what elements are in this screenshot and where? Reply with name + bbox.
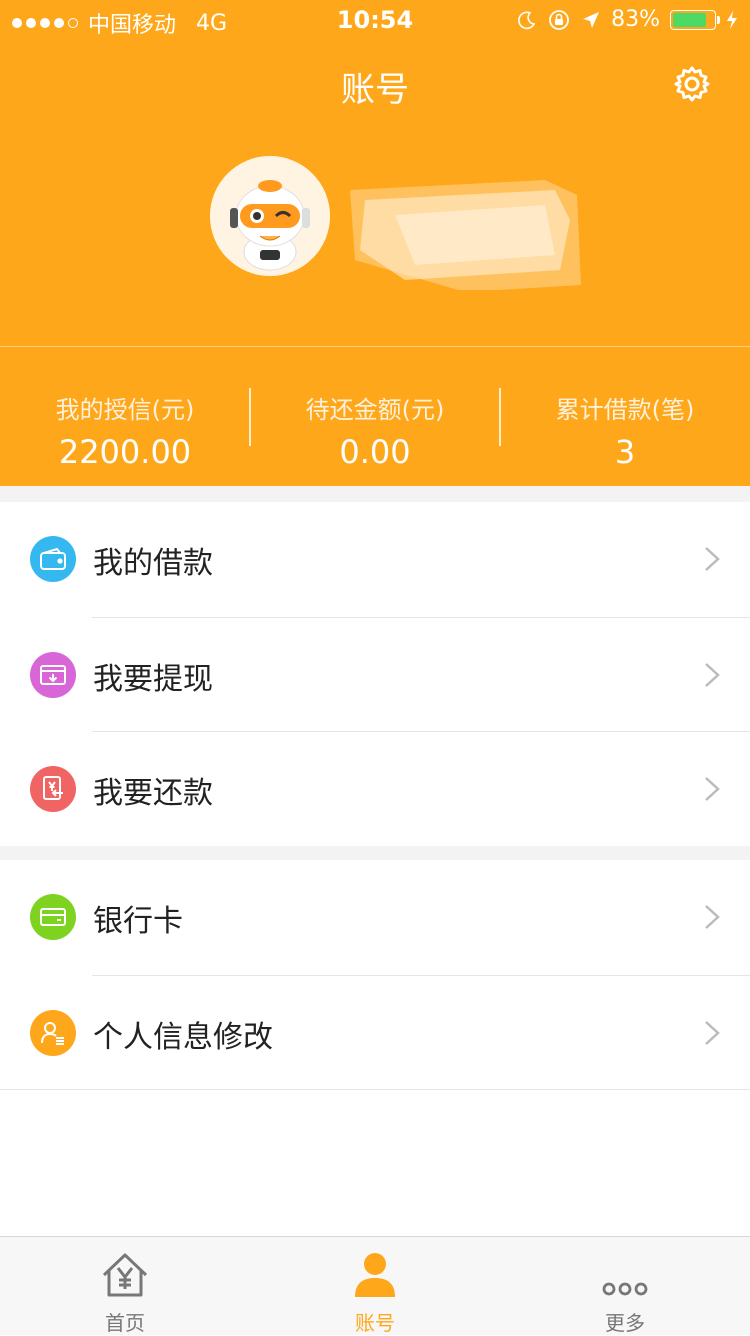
tab-label: 首页 xyxy=(105,1311,145,1335)
settings-gear-icon[interactable] xyxy=(672,64,712,104)
person-icon xyxy=(355,1253,395,1297)
tab-account[interactable]: 账号 xyxy=(250,1237,500,1335)
chevron-right-icon xyxy=(705,1021,720,1045)
chevron-right-icon xyxy=(705,905,720,929)
menu-my-loans[interactable]: 我的借款 xyxy=(0,502,750,616)
more-icon xyxy=(602,1282,648,1296)
profile-icon xyxy=(30,1010,76,1056)
location-arrow-icon xyxy=(583,11,600,28)
header-divider xyxy=(0,346,750,347)
tab-label: 账号 xyxy=(355,1311,395,1335)
orientation-lock-icon xyxy=(549,9,569,30)
tab-label: 更多 xyxy=(605,1311,645,1335)
stat-outstanding: 待还金额(元) 0.00 xyxy=(250,390,500,471)
stat-value: 3 xyxy=(614,433,636,471)
stat-value: 2200.00 xyxy=(58,433,192,471)
tab-bar: 首页 账号 更多 xyxy=(0,1236,750,1335)
tab-home[interactable]: 首页 xyxy=(0,1237,250,1335)
stat-label: 累计借款(笔) xyxy=(555,396,695,424)
status-right: 83% xyxy=(517,7,738,32)
withdraw-icon xyxy=(30,652,76,698)
menu-label: 我的借款 xyxy=(93,546,213,581)
menu-label: 个人信息修改 xyxy=(93,1020,273,1055)
list-divider xyxy=(0,1089,750,1090)
robot-mascot-illustration xyxy=(210,156,330,276)
chevron-right-icon xyxy=(705,663,720,687)
avatar[interactable] xyxy=(210,156,330,276)
menu-label: 银行卡 xyxy=(93,904,183,939)
page-title: 账号 xyxy=(341,70,409,110)
stat-label: 我的授信(元) xyxy=(55,396,195,424)
chevron-right-icon xyxy=(705,777,720,801)
home-icon xyxy=(102,1253,148,1297)
username-redacted xyxy=(350,180,581,290)
repay-icon xyxy=(30,766,76,812)
menu-withdraw[interactable]: 我要提现 xyxy=(0,618,750,732)
bank-card-icon xyxy=(30,894,76,940)
menu-label: 我要还款 xyxy=(93,776,213,811)
stat-credit: 我的授信(元) 2200.00 xyxy=(0,390,250,471)
stat-value: 0.00 xyxy=(339,433,411,471)
battery-percent: 83% xyxy=(611,7,660,32)
moon-icon xyxy=(518,11,536,29)
chevron-right-icon xyxy=(705,547,720,571)
wallet-icon xyxy=(30,536,76,582)
stat-label: 待还金额(元) xyxy=(305,396,445,424)
menu-repay[interactable]: 我要还款 xyxy=(0,732,750,846)
menu-bank-card[interactable]: 银行卡 xyxy=(0,860,750,974)
battery-icon xyxy=(670,9,720,30)
section-gap xyxy=(0,486,750,502)
tab-more[interactable]: 更多 xyxy=(500,1237,750,1335)
status-bar: 中国移动 4G 10:54 83% xyxy=(0,0,750,40)
menu-label: 我要提现 xyxy=(93,662,213,697)
battery-fill xyxy=(673,12,707,27)
section-gap xyxy=(0,846,750,860)
stat-loan-count: 累计借款(笔) 3 xyxy=(500,390,750,471)
menu-edit-profile[interactable]: 个人信息修改 xyxy=(0,976,750,1090)
charging-bolt-icon xyxy=(727,10,737,29)
